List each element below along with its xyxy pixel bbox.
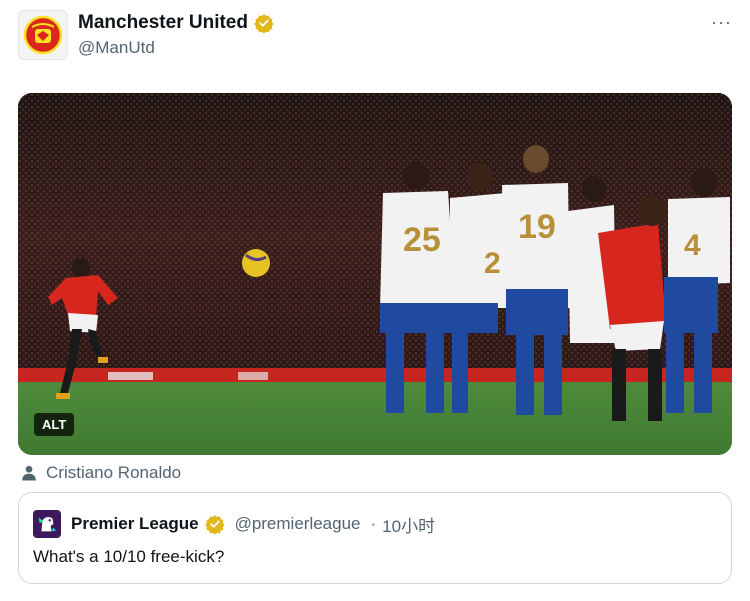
separator-dot: ·	[370, 514, 377, 533]
manchester-united-crest-icon	[23, 15, 63, 55]
quoted-post-text: What's a 10/10 free-kick?	[33, 547, 225, 566]
free-kick-photo: 25 2 19 4	[18, 93, 732, 455]
svg-text:2: 2	[484, 247, 501, 280]
author-handle[interactable]: @ManUtd	[78, 38, 155, 58]
svg-text:25: 25	[403, 221, 441, 259]
verified-badge-icon	[204, 514, 225, 534]
tagged-people[interactable]: Cristiano Ronaldo	[20, 463, 181, 483]
svg-text:19: 19	[518, 208, 556, 246]
quoted-post-time: 10小时	[382, 516, 436, 536]
person-icon	[22, 465, 36, 481]
verified-badge-icon[interactable]	[254, 13, 274, 33]
premier-league-lion-icon[interactable]	[33, 510, 61, 538]
quoted-post-card[interactable]: Premier League @premierleague · 10小时 Wha…	[18, 492, 732, 584]
tagged-person-name: Cristiano Ronaldo	[46, 463, 182, 482]
quoted-author-handle: @premierleague	[234, 514, 361, 533]
svg-text:4: 4	[684, 229, 701, 262]
more-options-icon[interactable]: ···	[711, 12, 732, 33]
author-avatar[interactable]	[18, 10, 68, 60]
post-header: Manchester United @ManUtd ···	[18, 8, 732, 64]
quoted-author-name: Premier League	[71, 514, 199, 533]
post-media-photo[interactable]: 25 2 19 4 ALT	[18, 93, 732, 455]
alt-text-button[interactable]: ALT	[34, 413, 75, 436]
author-display-name[interactable]: Manchester United	[78, 12, 248, 34]
